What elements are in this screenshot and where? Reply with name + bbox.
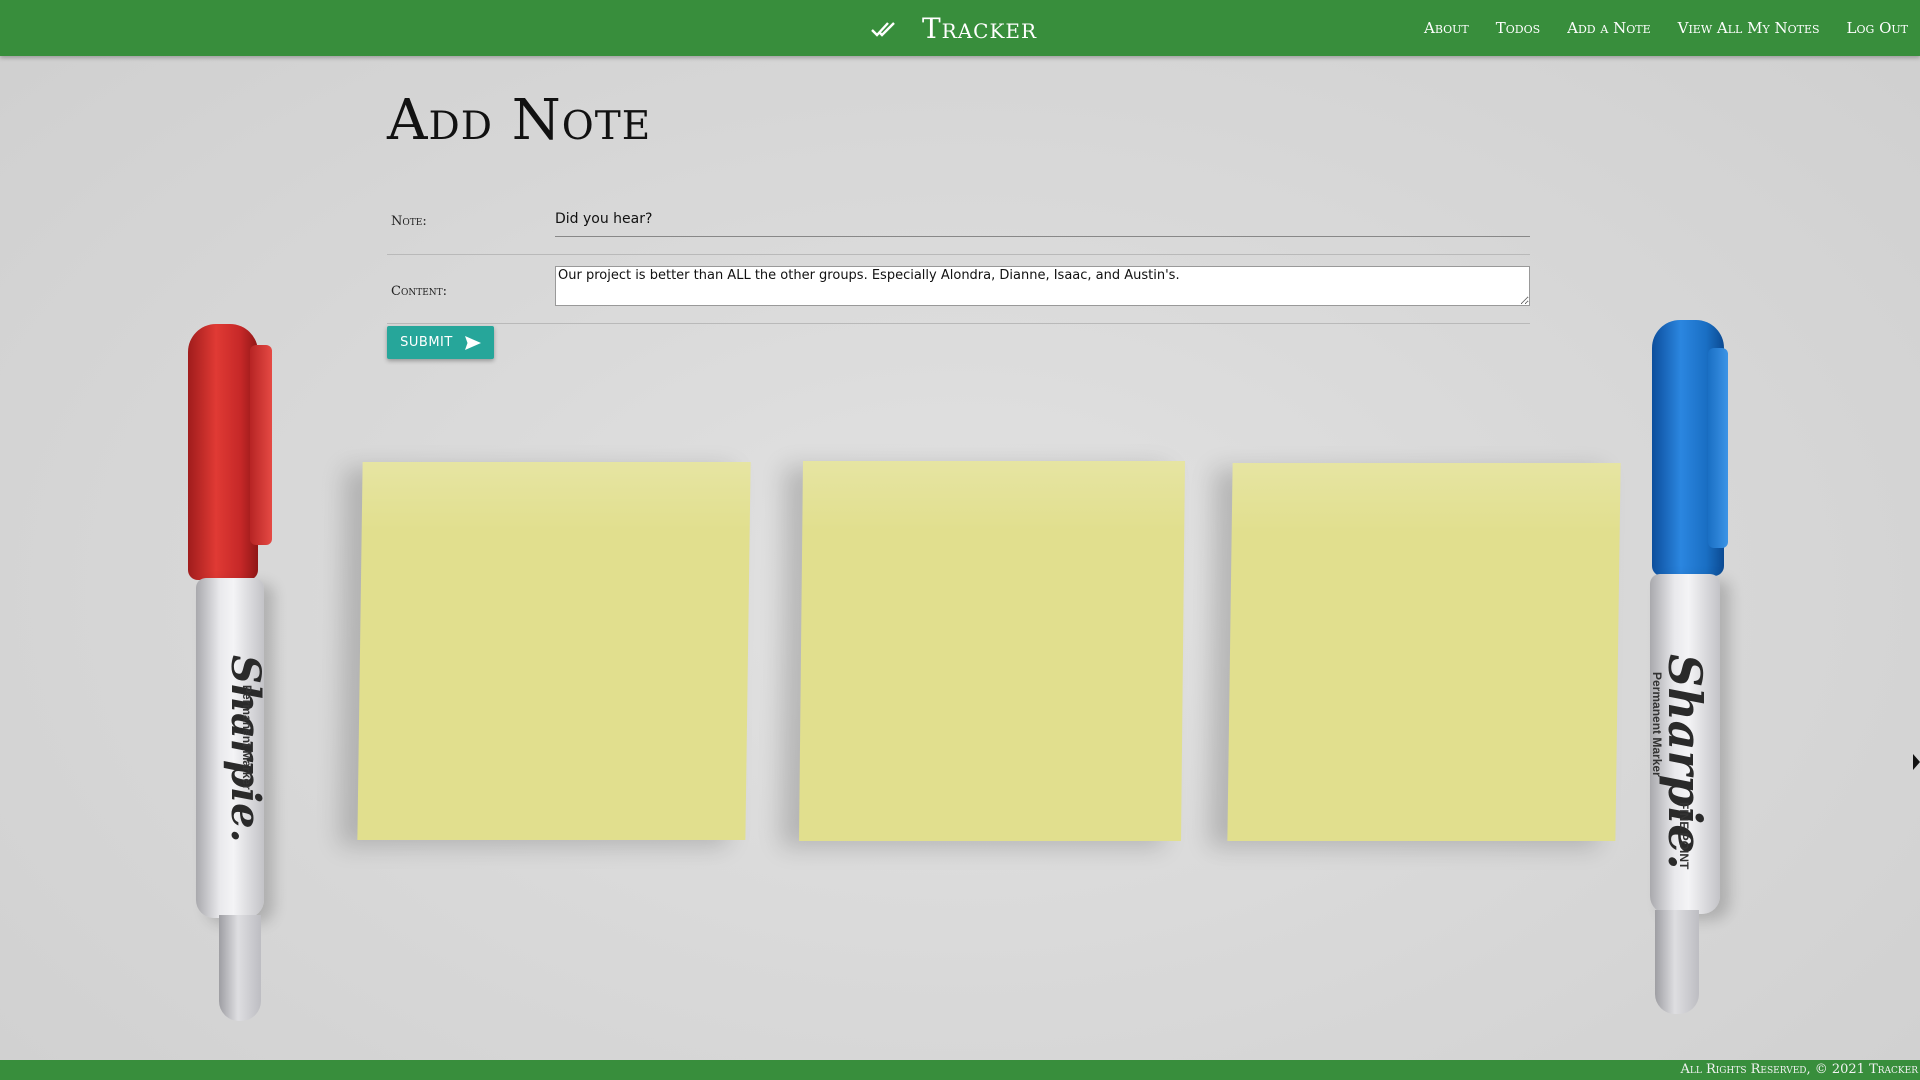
send-icon — [464, 335, 481, 350]
brand-title: Tracker — [922, 11, 1038, 45]
footer-copyright: All Rights Reserved, © 2021 Tracker — [1680, 1062, 1918, 1077]
page-title: Add Note — [387, 88, 652, 153]
marker-fine-point-text: FINE POINT — [1677, 802, 1691, 870]
note-label: Note: — [391, 214, 427, 229]
nav-link-todos[interactable]: Todos — [1496, 19, 1540, 37]
brand-logo[interactable]: Tracker — [870, 0, 1037, 56]
marker-subtext: Permanent Marker — [1650, 672, 1664, 777]
nav-link-about[interactable]: About — [1424, 19, 1469, 37]
nav-link-view-notes[interactable]: View All My Notes — [1678, 19, 1820, 37]
footer: All Rights Reserved, © 2021 Tracker — [0, 1060, 1920, 1080]
nav-links: About Todos Add a Note View All My Notes… — [1397, 0, 1908, 56]
marker-clip — [1708, 348, 1728, 548]
double-check-icon — [871, 22, 895, 37]
sticky-note — [357, 462, 751, 840]
marker-tip — [219, 915, 261, 1021]
marker-cap — [188, 324, 258, 580]
sticky-note — [799, 461, 1185, 841]
nav-link-logout[interactable]: Log Out — [1847, 19, 1908, 37]
content-label: Content: — [391, 284, 448, 299]
marker-clip — [250, 345, 272, 545]
submit-label: SUBMIT — [400, 335, 453, 350]
background-photo: Sharpie. Permanent Marker Sharpie. Perma… — [0, 0, 1920, 1080]
submit-button[interactable]: SUBMIT — [387, 326, 494, 359]
note-row: Note: — [387, 190, 1530, 255]
note-input[interactable] — [555, 204, 1530, 237]
marker-tip — [1655, 910, 1699, 1014]
mouse-cursor-icon — [1913, 754, 1920, 770]
marker-subtext: Permanent Marker — [240, 685, 254, 790]
top-navbar: Tracker About Todos Add a Note View All … — [0, 0, 1920, 56]
sticky-note — [1227, 463, 1621, 841]
content-textarea[interactable]: Our project is better than ALL the other… — [555, 266, 1530, 306]
nav-link-add-note[interactable]: Add a Note — [1567, 19, 1650, 37]
content-row: Content: Our project is better than ALL … — [387, 254, 1530, 324]
